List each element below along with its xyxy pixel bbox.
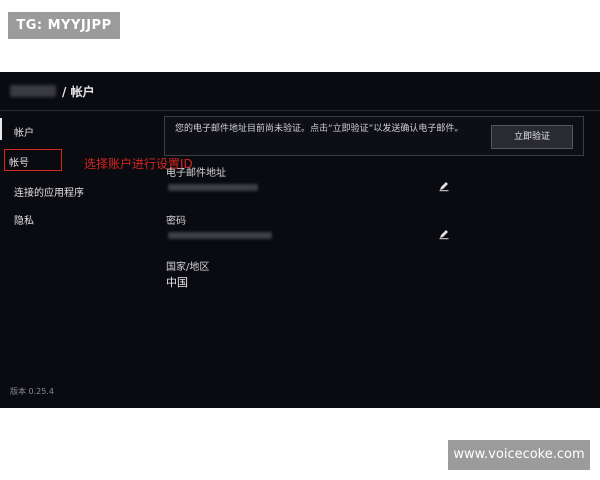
blurred-username xyxy=(10,85,56,97)
verify-now-button[interactable]: 立即验证 xyxy=(491,125,573,149)
email-value-blurred xyxy=(168,184,258,191)
game-account-screen: / 帐户 帐户 帐号 连接的应用程序 隐私 选择账户进行设置ID 版本 0.25… xyxy=(0,72,600,408)
region-value: 中国 xyxy=(166,276,188,289)
sidebar-item-privacy[interactable]: 隐私 xyxy=(14,212,34,227)
title-separator: / xyxy=(62,85,67,99)
active-nav-indicator xyxy=(0,118,2,140)
verification-message: 您的电子邮件地址目前尚未验证。点击“立即验证”以发送确认电子邮件。 xyxy=(175,124,464,134)
password-value-blurred xyxy=(168,232,272,239)
sidebar-item-account-overview[interactable]: 帐户 xyxy=(14,124,34,139)
annotation-highlight-box xyxy=(4,149,62,171)
version-label: 版本 0.25.4 xyxy=(10,387,54,396)
edit-email-pencil-icon[interactable] xyxy=(438,180,450,192)
verification-notice: 您的电子邮件地址目前尚未验证。点击“立即验证”以发送确认电子邮件。 立即验证 xyxy=(164,116,584,156)
edit-password-pencil-icon[interactable] xyxy=(438,228,450,240)
sidebar-item-connected-apps[interactable]: 连接的应用程序 xyxy=(14,184,84,199)
region-label: 国家/地区 xyxy=(166,262,210,273)
page-header: / 帐户 xyxy=(0,72,600,111)
page-title: / 帐户 xyxy=(62,83,95,100)
email-label: 电子邮件地址 xyxy=(166,168,226,179)
password-label: 密码 xyxy=(166,216,186,227)
title-text: 帐户 xyxy=(70,85,95,99)
watermark-top-left: TG: MYYJJPP xyxy=(8,12,120,39)
watermark-bottom-right: www.voicecoke.com xyxy=(448,440,590,470)
